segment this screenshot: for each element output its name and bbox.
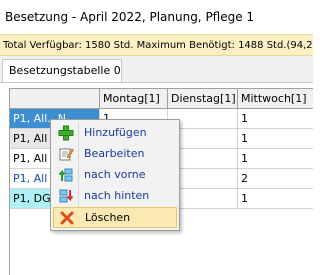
- menu-item-label: Löschen: [85, 211, 131, 224]
- column-header-mittwoch[interactable]: Mittwoch[1]: [238, 89, 313, 109]
- menu-item-bearbeiten[interactable]: Bearbeiten: [53, 143, 177, 164]
- cell-mittwoch[interactable]: 1: [238, 109, 313, 129]
- delete-x-icon: [54, 207, 80, 228]
- menu-item-label: nach hinten: [84, 189, 150, 202]
- tab-besetzungstabelle[interactable]: Besetzungstabelle 0: [2, 59, 122, 83]
- move-down-icon: [53, 185, 79, 206]
- edit-icon: [53, 143, 79, 164]
- grid-corner-header: [10, 89, 100, 109]
- menu-item-loeschen[interactable]: Löschen: [53, 207, 177, 228]
- besetzung-window: Besetzung - April 2022, Planung, Pflege …: [0, 0, 313, 275]
- cell-mittwoch[interactable]: 1: [238, 149, 313, 169]
- tab-strip: Besetzungstabelle 0: [0, 56, 313, 83]
- menu-item-label: nach vorne: [84, 168, 146, 181]
- menu-item-label: Bearbeiten: [84, 147, 145, 160]
- menu-item-nach-hinten[interactable]: nach hinten: [53, 185, 177, 206]
- capacity-info-bar: Total Verfügbar: 1580 Std. Maximum Benöt…: [0, 34, 313, 56]
- cell-mittwoch[interactable]: 1: [238, 129, 313, 149]
- menu-item-hinzufuegen[interactable]: Hinzufügen: [53, 122, 177, 143]
- menu-item-label: Hinzufügen: [84, 126, 147, 139]
- context-menu: Hinzufügen Bearbeiten nach vorne nach hi…: [50, 119, 180, 231]
- window-title: Besetzung - April 2022, Planung, Pflege …: [0, 0, 313, 34]
- column-header-montag[interactable]: Montag[1]: [100, 89, 168, 109]
- plus-icon: [53, 122, 79, 143]
- move-up-icon: [53, 164, 79, 185]
- cell-mittwoch[interactable]: 1: [238, 189, 313, 209]
- cell-mittwoch[interactable]: 2: [238, 169, 313, 189]
- column-header-dienstag[interactable]: Dienstag[1]: [168, 89, 238, 109]
- menu-item-nach-vorne[interactable]: nach vorne: [53, 164, 177, 185]
